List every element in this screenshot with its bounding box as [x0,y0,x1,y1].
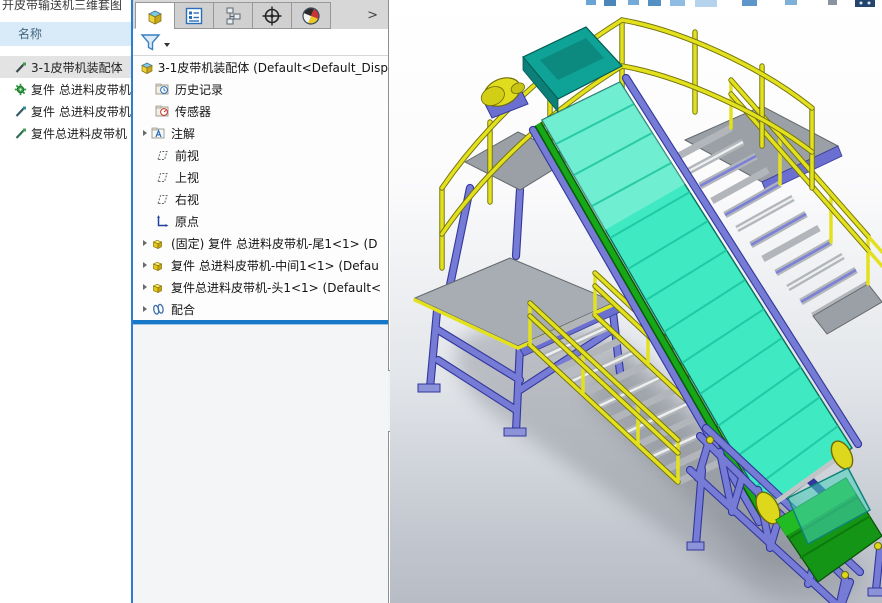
tree-item-top-plane[interactable]: 上视 [133,166,388,188]
part-document-icon [15,62,26,73]
dimxpertmanager-icon [262,6,282,25]
file-name: 复件 总进料皮带机 [31,104,131,119]
tree-item-label: 配合 [171,302,196,317]
file-name: 复件总进料皮带机 [31,126,128,141]
tree-item-label: 注解 [171,126,196,141]
tree-item-component-head[interactable]: 复件总进料皮带机-头1<1> (Default< [133,276,388,298]
background-file-window: 开皮带输送机三维套图 名称 3-1皮带机装配体 复件 总进料皮带机 复件 总进料… [0,0,131,603]
file-name: 复件 总进料皮带机 [31,82,131,97]
file-list-item[interactable]: 复件总进料皮带机 [0,122,131,144]
graphics-area[interactable] [390,0,882,603]
part-document-icon [15,106,26,117]
conveyor-3d-model [413,0,882,603]
file-list: 3-1皮带机装配体 复件 总进料皮带机 复件 总进料皮带机 复件总进料皮带机 [0,56,131,144]
file-list-item[interactable]: 复件 总进料皮带机 [0,100,131,122]
expand-arrow-icon[interactable] [139,130,151,136]
tree-item-label: 右视 [175,192,200,207]
tab-dimxpertmanager[interactable] [252,2,292,29]
tree-item-history[interactable]: 历史记录 [133,78,388,100]
tree-item-front-plane[interactable]: 前视 [133,144,388,166]
file-list-header-name: 名称 [0,22,131,46]
tab-featuremanager[interactable] [135,2,175,29]
tree-item-label: 原点 [175,214,200,229]
tab-configurationmanager[interactable] [213,2,253,29]
component-green-icon [14,83,27,95]
component-icon [152,261,163,271]
part-document-icon [15,128,26,139]
plane-icon [157,150,168,160]
file-list-item[interactable]: 3-1皮带机装配体 [0,56,131,78]
expand-arrow-icon[interactable] [139,262,151,268]
file-name: 3-1皮带机装配体 [31,60,123,75]
headsup-toolbar-cropped[interactable] [586,0,875,7]
tree-empty-area [133,325,388,603]
expand-arrow-icon[interactable] [139,240,151,246]
tree-item-sensors[interactable]: 传感器 [133,100,388,122]
expand-arrow-icon[interactable] [139,306,151,312]
tree-item-label: (固定) 复件 总进料皮带机-尾1<1> (D [171,236,378,251]
tree-item-label: 上视 [175,170,200,185]
tree-item-origin[interactable]: 原点 [133,210,388,232]
mates-paperclip-icon [153,303,164,315]
tabbar-overflow-button[interactable]: > [331,2,388,29]
tree-item-component-tail[interactable]: (固定) 复件 总进料皮带机-尾1<1> (D [133,232,388,254]
tree-item-label: 复件总进料皮带机-头1<1> (Default< [171,280,382,295]
tree-item-component-middle[interactable]: 复件 总进料皮带机-中间1<1> (Defau [133,254,388,276]
featuremanager-tabbar: > [133,0,388,29]
tree-item-label: 历史记录 [175,82,224,97]
tree-item-annotations[interactable]: 注解 [133,122,388,144]
annotations-folder-icon [151,127,165,138]
expand-arrow-icon[interactable] [139,284,151,290]
drive-motor [480,77,529,119]
component-icon [152,283,163,293]
tree-item-mates[interactable]: 配合 [133,298,388,320]
tree-root-label: 3-1皮带机装配体 (Default<Default_Disp [157,60,388,75]
displaymanager-icon [302,6,320,25]
component-icon [152,239,163,249]
history-folder-icon [155,83,169,94]
filter-input[interactable] [170,31,388,53]
filter-button[interactable] [133,32,170,53]
tab-displaymanager[interactable] [291,2,331,29]
filter-funnel-icon [140,33,161,51]
file-list-item[interactable]: 复件 总进料皮带机 [0,78,131,100]
tree-item-label: 复件 总进料皮带机-中间1<1> (Defau [171,258,379,273]
origin-icon [157,214,169,227]
tree-item-label: 前视 [175,148,200,163]
featuremanager-tree-icon [148,10,162,25]
plane-icon [157,194,168,204]
tab-propertymanager[interactable] [174,2,214,29]
plane-icon [157,172,168,182]
tree-item-right-plane[interactable]: 右视 [133,188,388,210]
tree-item-label: 传感器 [175,104,212,119]
propertymanager-icon [185,7,203,24]
sensors-folder-icon [155,105,169,116]
feature-tree: 3-1皮带机装配体 (Default<Default_Disp 历史记录 传感器 [133,56,388,320]
configurationmanager-icon [226,7,241,24]
background-window-title: 开皮带输送机三维套图 [2,0,123,12]
featuremanager-panel: > 3-1皮带机装配体 (Default<Default_Disp 历史记录 传… [133,0,389,603]
tree-root-assembly[interactable]: 3-1皮带机装配体 (Default<Default_Disp [133,56,388,78]
tree-filter-row [133,29,388,56]
assembly-icon [141,62,153,75]
